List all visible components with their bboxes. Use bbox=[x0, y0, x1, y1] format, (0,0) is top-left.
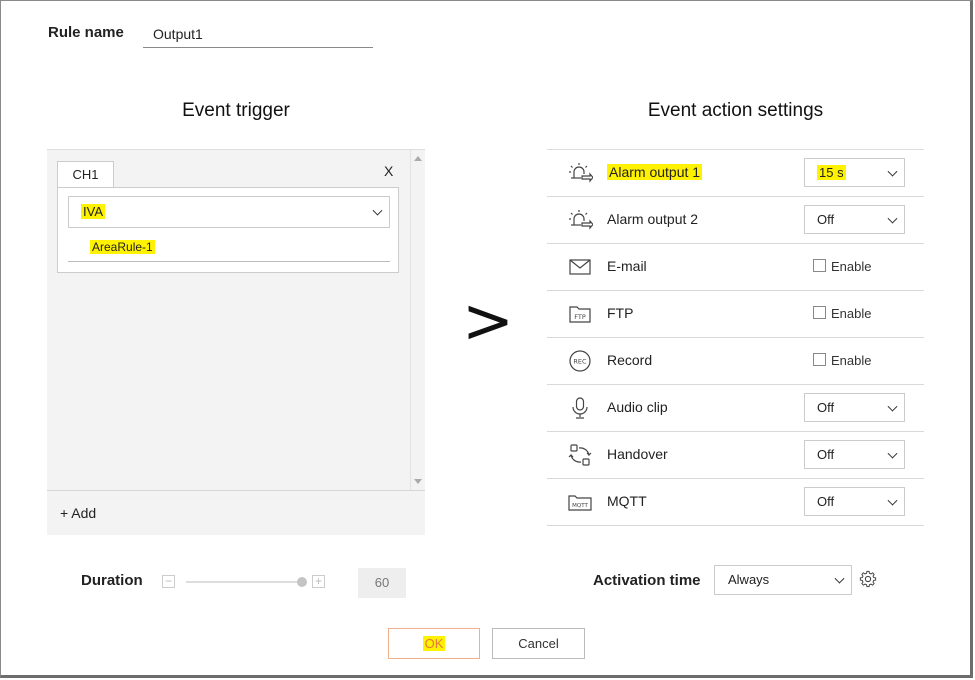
action-label: Handover bbox=[607, 446, 668, 462]
email-enable-checkbox[interactable]: Enable bbox=[813, 244, 871, 289]
alarm-output-2-select[interactable]: Off bbox=[804, 205, 905, 234]
action-label: FTP bbox=[607, 305, 634, 321]
gear-icon[interactable] bbox=[859, 570, 877, 588]
cancel-button[interactable]: Cancel bbox=[492, 628, 585, 659]
activation-time-select[interactable]: Always bbox=[714, 565, 852, 595]
select-value: Off bbox=[817, 212, 835, 227]
scroll-down-icon[interactable] bbox=[414, 479, 422, 484]
select-value: Off bbox=[817, 447, 835, 462]
rule-name-input[interactable] bbox=[143, 20, 373, 48]
alarm-output-1-select[interactable]: 15 s bbox=[804, 158, 905, 187]
event-type-select[interactable]: IVA bbox=[68, 196, 390, 228]
record-icon: REC bbox=[567, 349, 593, 373]
action-label: Record bbox=[607, 352, 653, 368]
select-value: Off bbox=[817, 400, 835, 415]
add-trigger-button[interactable]: + Add bbox=[47, 490, 425, 536]
action-label: E-mail bbox=[607, 258, 647, 274]
select-value: Always bbox=[728, 572, 770, 587]
close-tab-button[interactable]: X bbox=[384, 163, 393, 179]
svg-text:REC: REC bbox=[573, 358, 587, 366]
mqtt-select[interactable]: Off bbox=[804, 487, 905, 516]
action-label: Alarm output 2 bbox=[607, 211, 699, 227]
channel-tab-body: IVA AreaRule-1 bbox=[57, 187, 399, 273]
action-row-mqtt: MQTT MQTT Off bbox=[547, 479, 924, 526]
flow-arrow: > bbox=[462, 284, 514, 357]
handover-icon bbox=[567, 443, 593, 467]
action-row-ftp: FTP FTP Enable bbox=[547, 291, 924, 338]
scroll-up-icon[interactable] bbox=[414, 156, 422, 161]
ok-button[interactable]: OK bbox=[388, 628, 480, 659]
select-value: 15 s bbox=[817, 165, 846, 180]
action-row-record: REC Record Enable bbox=[547, 338, 924, 385]
alarm-output-icon bbox=[567, 161, 593, 185]
event-action-title: Event action settings bbox=[647, 100, 824, 121]
alarm-output-icon bbox=[567, 208, 593, 232]
duration-minus-button[interactable]: − bbox=[162, 575, 175, 588]
area-rule-item[interactable]: AreaRule-1 bbox=[68, 232, 390, 262]
trigger-scrollbar[interactable] bbox=[410, 150, 425, 490]
duration-slider-thumb[interactable] bbox=[297, 577, 307, 587]
chevron-down-icon bbox=[887, 401, 898, 412]
ftp-icon: FTP bbox=[567, 302, 593, 326]
action-label: MQTT bbox=[607, 493, 647, 509]
action-row-audio-clip: Audio clip Off bbox=[547, 385, 924, 432]
activation-time-label: Activation time bbox=[593, 572, 701, 589]
duration-slider-track[interactable] bbox=[186, 581, 304, 583]
event-trigger-title: Event trigger bbox=[182, 100, 290, 121]
audio-clip-select[interactable]: Off bbox=[804, 393, 905, 422]
email-icon bbox=[567, 255, 593, 279]
chevron-down-icon bbox=[887, 495, 898, 506]
microphone-icon bbox=[567, 396, 593, 420]
svg-text:FTP: FTP bbox=[574, 313, 586, 321]
chevron-down-icon bbox=[887, 166, 898, 177]
area-rule-label: AreaRule-1 bbox=[90, 240, 155, 254]
checkbox-box[interactable] bbox=[813, 306, 826, 319]
duration-value: 60 bbox=[358, 568, 406, 598]
checkbox-box[interactable] bbox=[813, 353, 826, 366]
action-row-email: E-mail Enable bbox=[547, 244, 924, 291]
action-row-handover: Handover Off bbox=[547, 432, 924, 479]
select-value: Off bbox=[817, 494, 835, 509]
chevron-down-icon bbox=[372, 205, 383, 216]
action-label: Alarm output 1 bbox=[607, 164, 703, 180]
ftp-enable-checkbox[interactable]: Enable bbox=[813, 291, 871, 336]
chevron-down-icon bbox=[887, 213, 898, 224]
action-row-alarm-output-1: Alarm output 1 15 s bbox=[547, 150, 924, 197]
chevron-down-icon bbox=[887, 448, 898, 459]
event-action-list: Alarm output 1 15 s Alarm output 2 Off E… bbox=[547, 149, 924, 526]
duration-plus-button[interactable]: + bbox=[312, 575, 325, 588]
action-label: Audio clip bbox=[607, 399, 668, 415]
action-row-alarm-output-2: Alarm output 2 Off bbox=[547, 197, 924, 244]
chevron-down-icon bbox=[834, 573, 845, 584]
mqtt-icon: MQTT bbox=[567, 490, 593, 514]
tab-ch1[interactable]: CH1 bbox=[57, 161, 114, 188]
checkbox-box[interactable] bbox=[813, 259, 826, 272]
svg-text:MQTT: MQTT bbox=[572, 503, 588, 509]
record-enable-checkbox[interactable]: Enable bbox=[813, 338, 871, 383]
handover-select[interactable]: Off bbox=[804, 440, 905, 469]
event-type-value: IVA bbox=[81, 204, 105, 219]
event-trigger-panel: CH1 X IVA AreaRule-1 + Add bbox=[47, 149, 425, 535]
duration-label: Duration bbox=[81, 572, 143, 589]
rule-name-label: Rule name bbox=[48, 24, 124, 41]
